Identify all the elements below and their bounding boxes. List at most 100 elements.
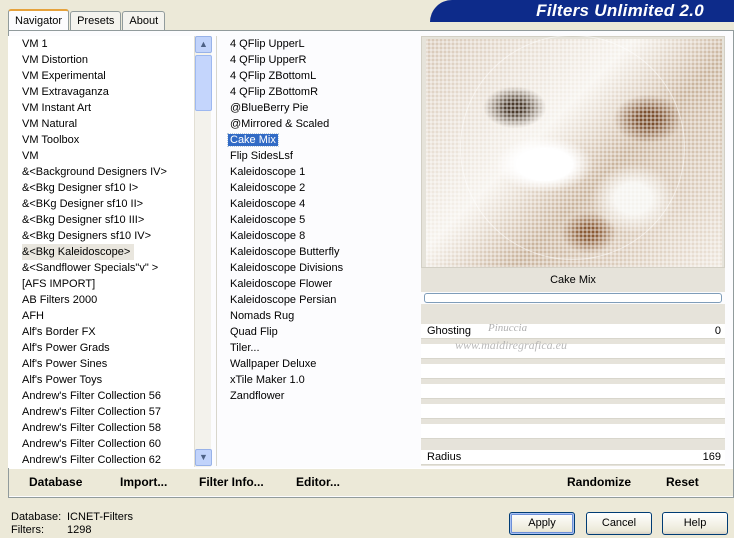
category-item[interactable]: &<Sandflower Specials"v" > (8, 260, 196, 276)
list-divider (216, 36, 217, 466)
category-item[interactable]: Andrew's Filter Collection 60 (8, 436, 196, 452)
filter-item-label: Kaleidoscope 2 (230, 182, 306, 194)
editor-link[interactable]: Editor... (296, 475, 340, 489)
param-slider-radius[interactable]: Radius 169 (421, 450, 725, 465)
database-link[interactable]: Database (29, 475, 82, 489)
filter-item-label: @BlueBerry Pie (230, 102, 309, 114)
category-item[interactable]: VM Experimental (8, 68, 196, 84)
filter-item[interactable]: Nomads Rug (218, 308, 418, 324)
category-item[interactable]: &<Background Designers IV> (8, 164, 196, 180)
filter-item[interactable]: Kaleidoscope Divisions (218, 260, 418, 276)
filter-item-label: xTile Maker 1.0 (230, 374, 305, 386)
category-item[interactable]: Alf's Power Sines (8, 356, 196, 372)
reset-link[interactable]: Reset (666, 475, 699, 489)
filter-item[interactable]: Zandflower (218, 388, 418, 404)
filter-item[interactable]: Kaleidoscope Flower (218, 276, 418, 292)
filter-info-link[interactable]: Filter Info... (199, 475, 264, 489)
filter-item[interactable]: Kaleidoscope 4 (218, 196, 418, 212)
filter-item-label: Kaleidoscope Persian (230, 294, 337, 306)
filter-item[interactable]: xTile Maker 1.0 (218, 372, 418, 388)
scroll-up-icon[interactable]: ▲ (195, 36, 212, 53)
category-item[interactable]: Andrew's Filter Collection 57 (8, 404, 196, 420)
filter-item-label: Kaleidoscope 5 (230, 214, 306, 226)
category-item[interactable]: &<BKg Designer sf10 II> (8, 196, 196, 212)
cancel-button[interactable]: Cancel (586, 512, 652, 535)
filter-item[interactable]: 4 QFlip ZBottomL (218, 68, 418, 84)
category-item[interactable]: VM (8, 148, 196, 164)
status-filters-value: 1298 (67, 524, 92, 536)
filter-list[interactable]: 4 QFlip UpperL 4 QFlip UpperR 4 QFlip ZBot… (218, 36, 418, 466)
param-slider-empty[interactable] (421, 384, 725, 399)
randomize-link[interactable]: Randomize (567, 475, 631, 489)
filter-item[interactable]: Tiler... (218, 340, 418, 356)
tab-presets[interactable]: Presets (70, 11, 122, 30)
category-item[interactable]: VM Natural (8, 116, 196, 132)
category-item[interactable]: &<Bkg Designers sf10 IV> (8, 228, 196, 244)
status-info: Database: ICNET-Filters Filters: 1298 (11, 511, 133, 537)
apply-button[interactable]: Apply (509, 512, 575, 535)
filter-item-label: Kaleidoscope 4 (230, 198, 306, 210)
filter-item[interactable]: Kaleidoscope 8 (218, 228, 418, 244)
category-item[interactable]: Andrew's Filter Collection 62 (8, 452, 196, 468)
category-scrollbar[interactable]: ▲ ▼ (194, 36, 212, 467)
category-item[interactable]: AB Filters 2000 (8, 292, 196, 308)
help-button[interactable]: Help (662, 512, 728, 535)
filter-item[interactable]: Quad Flip (218, 324, 418, 340)
param-label: Ghosting (427, 325, 472, 337)
filter-item[interactable]: 4 QFlip UpperR (218, 52, 418, 68)
category-list[interactable]: VM 1 VM Distortion VM Experimental VM Extra… (8, 36, 196, 468)
status-filters-label: Filters: (11, 524, 44, 536)
category-item[interactable]: [AFS IMPORT] (8, 276, 196, 292)
scroll-down-icon[interactable]: ▼ (195, 449, 212, 466)
filter-item[interactable]: Kaleidoscope 1 (218, 164, 418, 180)
param-slider-ghosting[interactable]: Ghosting 0 (421, 324, 725, 339)
import-link[interactable]: Import... (120, 475, 167, 489)
filter-item-label: Flip SidesLsf (230, 150, 293, 162)
param-slider-empty[interactable] (421, 404, 725, 419)
filter-item[interactable]: @Mirrored & Scaled (218, 116, 418, 132)
status-database-label: Database: (11, 511, 62, 523)
filter-item[interactable]: Kaleidoscope Persian (218, 292, 418, 308)
scroll-thumb[interactable] (195, 55, 212, 111)
category-item[interactable]: Andrew's Filter Collection 58 (8, 420, 196, 436)
slider-marker-icon (614, 456, 624, 462)
category-item[interactable]: VM Extravaganza (8, 84, 196, 100)
filter-item[interactable]: 4 QFlip ZBottomR (218, 84, 418, 100)
kaleidoscope-circle (460, 35, 685, 260)
filter-item-label: 4 QFlip UpperL (230, 38, 305, 50)
category-item[interactable]: VM Toolbox (8, 132, 196, 148)
category-item[interactable]: VM Distortion (8, 52, 196, 68)
filter-item[interactable]: 4 QFlip UpperL (218, 36, 418, 52)
filter-item-label: Kaleidoscope Divisions (230, 262, 344, 274)
filter-item[interactable]: Wallpaper Deluxe (218, 356, 418, 372)
category-item[interactable]: VM 1 (8, 36, 196, 52)
tab-about[interactable]: About (122, 11, 166, 30)
category-item[interactable]: Andrew's Filter Collection 56 (8, 388, 196, 404)
filter-item[interactable]: Cake Mix (218, 132, 418, 148)
param-slider-empty[interactable] (421, 424, 725, 439)
category-item-label: &<Bkg Kaleidoscope> (22, 244, 135, 260)
category-item[interactable]: &<Bkg Kaleidoscope> (8, 244, 196, 260)
filter-item[interactable]: Kaleidoscope 5 (218, 212, 418, 228)
category-item[interactable]: Alf's Power Grads (8, 340, 196, 356)
category-item[interactable]: &<Bkg Designer sf10 III> (8, 212, 196, 228)
filter-item-label: 4 QFlip ZBottomR (230, 86, 319, 98)
filter-item-label: Zandflower (230, 390, 285, 402)
category-item[interactable]: AFH (8, 308, 196, 324)
category-item[interactable]: &<Bkg Designer sf10 I> (8, 180, 196, 196)
category-item[interactable]: Alf's Power Toys (8, 372, 196, 388)
tab-navigator[interactable]: Navigator (8, 9, 70, 31)
param-slider-empty[interactable] (421, 364, 725, 379)
category-item[interactable]: VM Instant Art (8, 100, 196, 116)
filter-item-label: Wallpaper Deluxe (230, 358, 317, 370)
filter-item[interactable]: Kaleidoscope Butterfly (218, 244, 418, 260)
category-item[interactable]: Alf's Border FX (8, 324, 196, 340)
filter-item-label: Kaleidoscope Flower (230, 278, 333, 290)
filter-item-label: Kaleidoscope 8 (230, 230, 306, 242)
param-value: 169 (702, 451, 721, 463)
preview-image (426, 39, 722, 267)
preview-frame (421, 36, 725, 268)
filter-item[interactable]: @BlueBerry Pie (218, 100, 418, 116)
filter-item[interactable]: Flip SidesLsf (218, 148, 418, 164)
filter-item[interactable]: Kaleidoscope 2 (218, 180, 418, 196)
